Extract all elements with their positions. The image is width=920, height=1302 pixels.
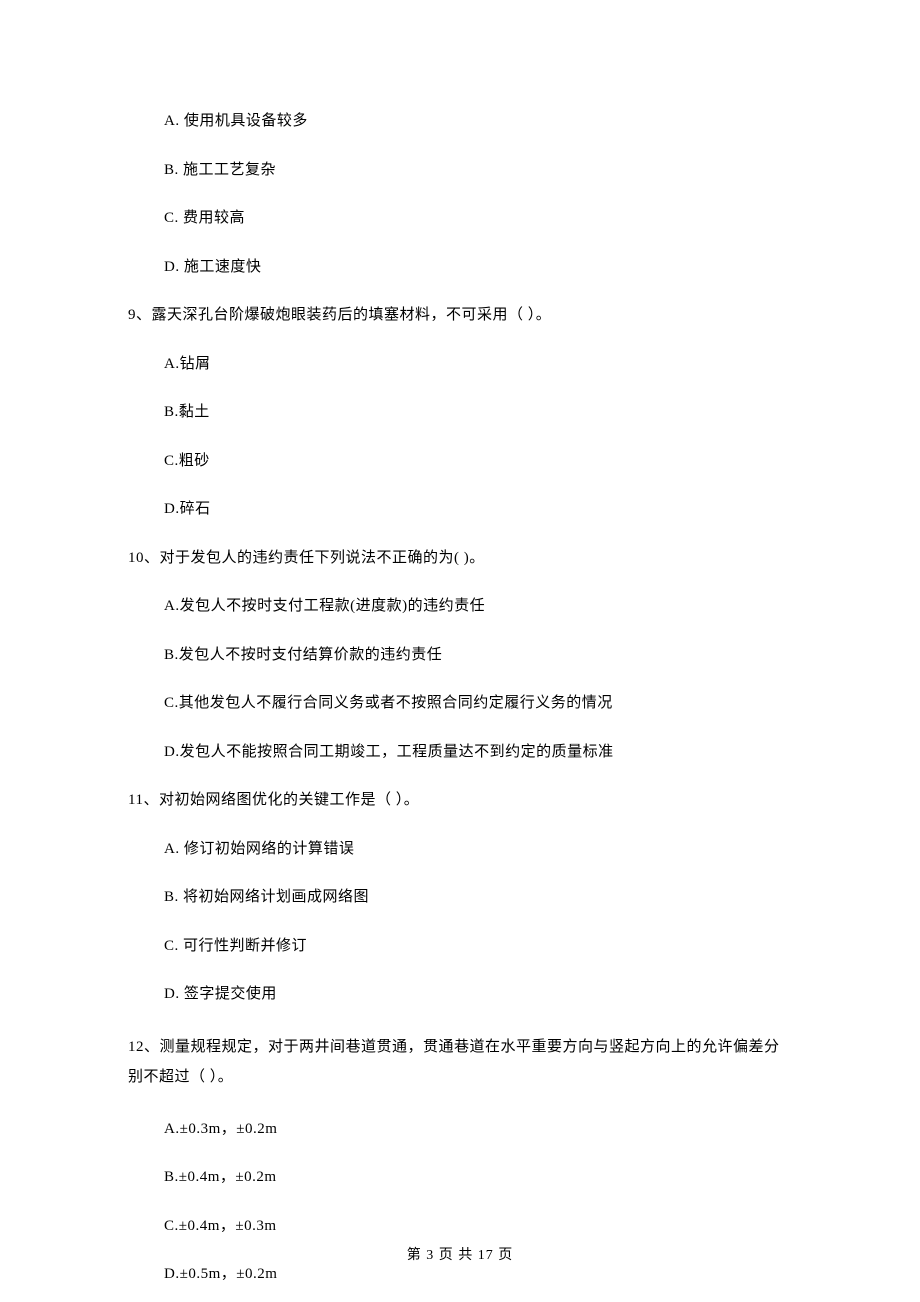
q12-stem: 12、测量规程规定，对于两井间巷道贯通，贯通巷道在水平重要方向与竖起方向上的允许… <box>128 1032 792 1092</box>
q8-option-b: B. 施工工艺复杂 <box>128 159 792 182</box>
q10-option-b: B.发包人不按时支付结算价款的违约责任 <box>128 644 792 667</box>
q9-stem: 9、露天深孔台阶爆破炮眼装药后的填塞材料，不可采用（ ）。 <box>128 304 792 327</box>
q11-option-d: D. 签字提交使用 <box>128 983 792 1006</box>
q11-option-c: C. 可行性判断并修订 <box>128 935 792 958</box>
q12-option-d: D.±0.5m，±0.2m <box>128 1263 792 1286</box>
q8-option-d: D. 施工速度快 <box>128 256 792 279</box>
q12-option-a: A.±0.3m，±0.2m <box>128 1118 792 1141</box>
q8-option-c: C. 费用较高 <box>128 207 792 230</box>
q9-option-a: A.钻屑 <box>128 353 792 376</box>
q11-option-b: B. 将初始网络计划画成网络图 <box>128 886 792 909</box>
q10-option-d: D.发包人不能按照合同工期竣工，工程质量达不到约定的质量标准 <box>128 741 792 764</box>
q9-option-c: C.粗砂 <box>128 450 792 473</box>
q10-option-a: A.发包人不按时支付工程款(进度款)的违约责任 <box>128 595 792 618</box>
page-footer: 第 3 页 共 17 页 <box>0 1244 920 1264</box>
q10-option-c: C.其他发包人不履行合同义务或者不按照合同约定履行义务的情况 <box>128 692 792 715</box>
page-content: A. 使用机具设备较多 B. 施工工艺复杂 C. 费用较高 D. 施工速度快 9… <box>0 0 920 1286</box>
q10-stem: 10、对于发包人的违约责任下列说法不正确的为( )。 <box>128 547 792 570</box>
q9-option-d: D.碎石 <box>128 498 792 521</box>
q12-option-c: C.±0.4m，±0.3m <box>128 1215 792 1238</box>
q11-stem: 11、对初始网络图优化的关键工作是（ ）。 <box>128 789 792 812</box>
q9-option-b: B.黏土 <box>128 401 792 424</box>
q11-option-a: A. 修订初始网络的计算错误 <box>128 838 792 861</box>
q12-option-b: B.±0.4m，±0.2m <box>128 1166 792 1189</box>
q8-option-a: A. 使用机具设备较多 <box>128 110 792 133</box>
